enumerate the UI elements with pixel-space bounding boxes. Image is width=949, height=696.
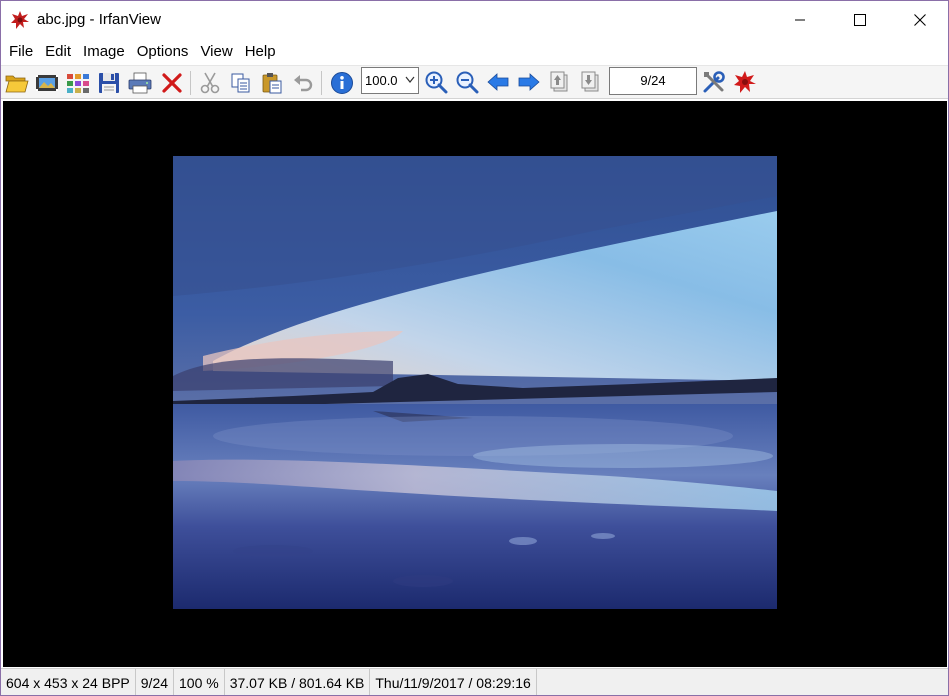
window-title: abc.jpg - IrfanView [37,11,161,28]
menu-bar: File Edit Image Options View Help [1,39,948,65]
menu-file[interactable]: File [3,40,39,64]
info-button[interactable] [329,70,355,96]
first-page-button[interactable] [547,69,573,95]
print-icon [128,72,152,94]
page-counter[interactable]: 9/24 [609,67,697,95]
irfanview-window: abc.jpg - IrfanView File Edit Image Opti… [0,0,949,696]
status-file-size: 37.07 KB / 801.64 KB [225,668,371,695]
previous-icon [487,73,509,91]
title-bar: abc.jpg - IrfanView [1,1,948,39]
copy-button[interactable] [228,70,254,96]
maximize-button[interactable] [829,1,891,39]
image-viewer[interactable] [3,101,947,667]
last-page-icon [581,71,599,92]
zoom-value: 100.0 [365,73,398,88]
previous-button[interactable] [485,69,511,95]
irfanview-icon [734,71,756,93]
info-icon [331,72,353,94]
properties-icon [703,71,725,93]
save-button[interactable] [96,70,122,96]
status-bar: 604 x 453 x 24 BPP 9/24 100 % 37.07 KB /… [1,668,948,695]
irfanview-app-icon[interactable] [10,10,30,30]
last-page-button[interactable] [578,69,604,95]
menu-options[interactable]: Options [131,40,195,64]
status-index: 9/24 [136,668,175,695]
slideshow-button[interactable] [34,70,60,96]
first-page-icon [550,71,568,92]
copy-icon [231,73,250,93]
print-button[interactable] [127,70,153,96]
next-icon [518,73,540,91]
toolbar-separator [190,71,191,95]
irfanview-about-button[interactable] [732,69,758,95]
properties-button[interactable] [701,69,727,95]
delete-icon [162,73,182,93]
chevron-down-icon [405,76,415,83]
zoom-select[interactable]: 100.0 [361,67,419,94]
zoom-in-button[interactable] [423,69,449,95]
zoom-out-icon [456,71,479,94]
menu-edit[interactable]: Edit [39,40,77,64]
open-button[interactable] [4,70,30,96]
next-button[interactable] [516,69,542,95]
minimize-button[interactable] [769,1,831,39]
cut-button[interactable] [197,70,223,96]
undo-button[interactable] [290,70,316,96]
paste-button[interactable] [259,70,285,96]
cut-icon [200,72,220,94]
slideshow-icon [36,75,58,91]
status-datetime: Thu/11/9/2017 / 08:29:16 [370,668,537,695]
status-dimensions: 604 x 453 x 24 BPP [1,668,136,695]
photo-image [173,156,777,609]
thumbnails-icon [67,74,89,93]
minimize-icon [795,19,805,21]
toolbar-separator [321,71,322,95]
paste-icon [262,73,282,94]
save-icon [99,73,119,93]
zoom-out-button[interactable] [454,69,480,95]
menu-help[interactable]: Help [239,40,282,64]
delete-button[interactable] [159,70,185,96]
menu-view[interactable]: View [194,40,238,64]
status-zoom: 100 % [174,668,225,695]
maximize-icon [854,14,866,26]
close-button[interactable] [889,1,948,39]
menu-image[interactable]: Image [77,40,131,64]
thumbnails-button[interactable] [65,70,91,96]
zoom-in-icon [425,71,448,94]
close-icon [914,14,926,26]
open-folder-icon [5,75,29,93]
undo-icon [294,75,313,92]
